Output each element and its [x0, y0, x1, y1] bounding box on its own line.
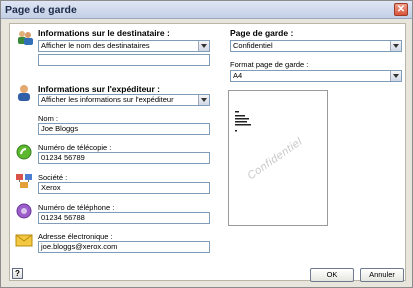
name-field[interactable]: Joe Bloggs [38, 123, 210, 135]
cover-page-dialog: Page de garde ✕ Informations sur le dest… [0, 0, 413, 288]
cancel-button[interactable]: Annuler [360, 268, 404, 282]
sender-icon [18, 85, 30, 101]
preview-text-lines [235, 111, 251, 132]
email-icon [15, 234, 33, 247]
recipient-info-select-value: Afficher le nom des destinataires [41, 41, 150, 50]
phone-icon [16, 203, 32, 219]
recipients-icon [18, 31, 33, 45]
cover-format-select-value: A4 [233, 71, 243, 80]
close-icon: ✕ [396, 4, 406, 15]
company-field[interactable]: Xerox [38, 182, 210, 194]
ok-button[interactable]: OK [310, 268, 354, 282]
cover-page-select[interactable]: Confidentiel [230, 40, 402, 52]
phone-field[interactable]: 01234 56788 [38, 212, 210, 224]
cover-page-heading: Page de garde : [230, 28, 294, 38]
phone-label: Numéro de téléphone : [38, 203, 115, 212]
chevron-down-icon[interactable] [198, 95, 209, 105]
email-label: Adresse électronique : [38, 232, 113, 241]
title-bar: Page de garde ✕ [1, 1, 412, 19]
cover-page-select-value: Confidentiel [233, 41, 273, 50]
preview-watermark: Confidentiel [245, 135, 305, 183]
sender-info-select-value: Afficher les informations sur l'expédite… [41, 95, 174, 104]
help-button[interactable]: ? [12, 268, 23, 279]
chevron-down-icon[interactable] [390, 71, 401, 81]
fax-label: Numéro de télécopie : [38, 143, 112, 152]
company-label: Société : [38, 173, 68, 182]
name-label: Nom : [38, 114, 59, 123]
email-field[interactable]: joe.bloggs@xerox.com [38, 241, 210, 253]
fax-field[interactable]: 01234 56789 [38, 152, 210, 164]
dialog-body: Informations sur le destinataire : Affic… [9, 23, 406, 282]
cover-page-preview: Confidentiel [228, 90, 328, 226]
sender-info-select[interactable]: Afficher les informations sur l'expédite… [38, 94, 210, 106]
cover-format-label: Format page de garde : [230, 60, 309, 69]
recipient-name-field[interactable] [38, 54, 210, 66]
cover-format-select[interactable]: A4 [230, 70, 402, 82]
recipient-info-select[interactable]: Afficher le nom des destinataires [38, 40, 210, 52]
chevron-down-icon[interactable] [198, 41, 209, 51]
sender-info-heading: Informations sur l'expéditeur : [38, 84, 160, 94]
recipient-info-heading: Informations sur le destinataire : [38, 28, 170, 38]
dialog-title: Page de garde [5, 4, 77, 16]
chevron-down-icon[interactable] [390, 41, 401, 51]
fax-icon [16, 144, 32, 160]
company-icon [16, 174, 32, 188]
close-button[interactable]: ✕ [394, 3, 408, 16]
